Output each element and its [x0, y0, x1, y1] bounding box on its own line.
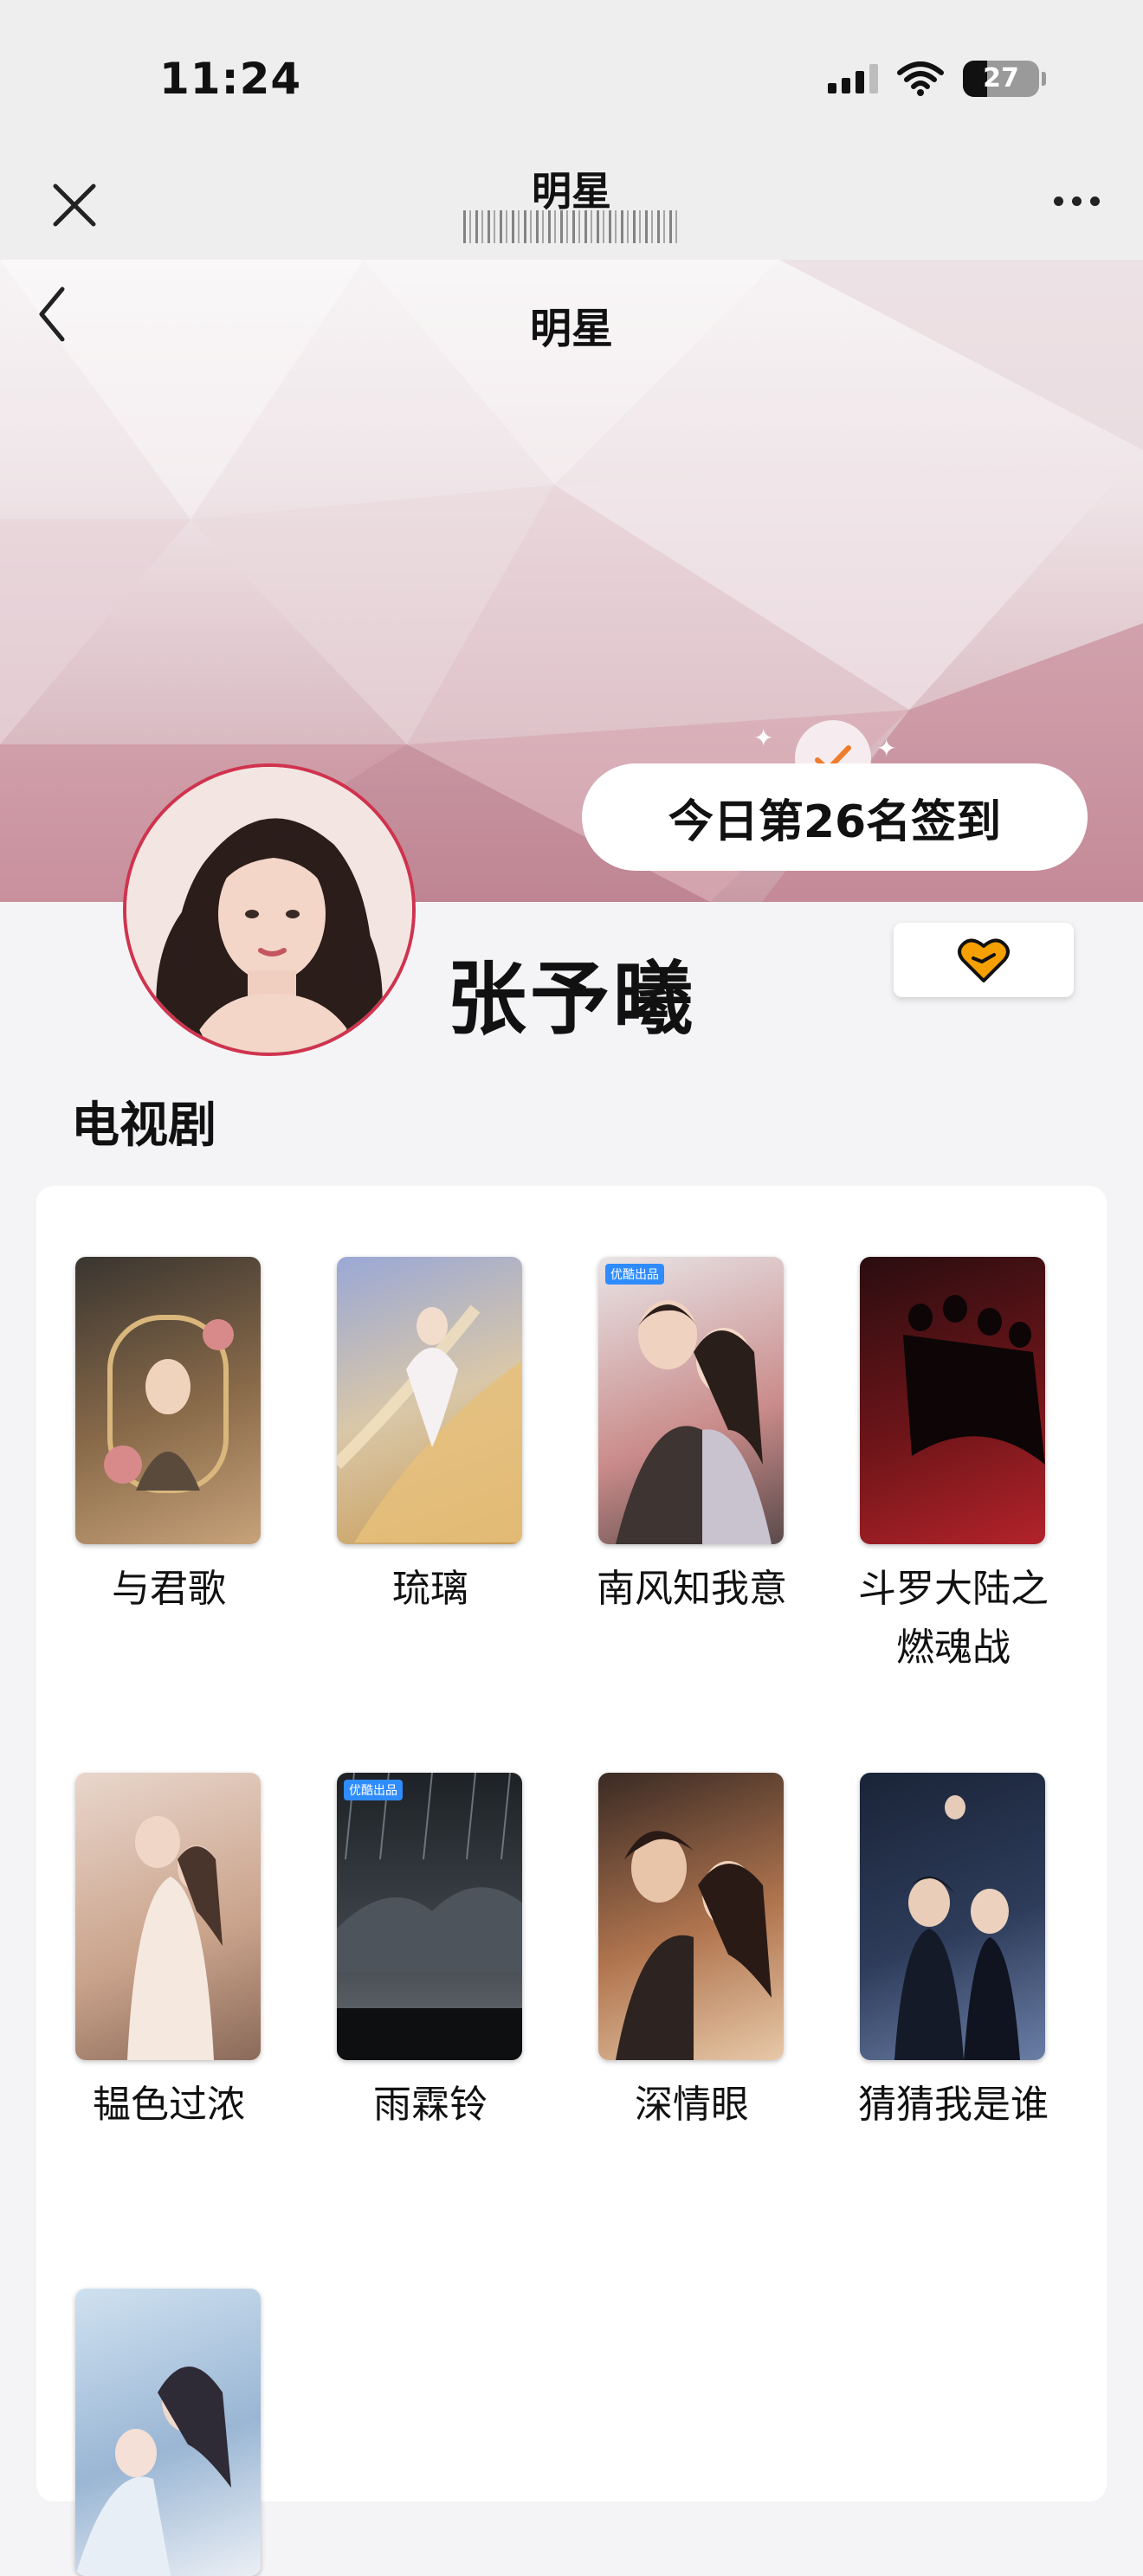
star-name: 张予曦: [447, 953, 697, 1046]
drama-title[interactable]: 琉璃: [318, 1560, 543, 1619]
drama-title[interactable]: 斗罗大陆之燃魂战: [841, 1560, 1066, 1678]
mini-program-header: 明星: [0, 151, 1143, 260]
drama-poster[interactable]: 优酷出品: [337, 1773, 522, 2060]
drama-poster[interactable]: 优酷出品: [598, 1257, 784, 1544]
cellular-signal-icon: [828, 64, 878, 93]
checkin-button[interactable]: 今日第26名签到: [582, 763, 1088, 871]
sparkle-icon: ✦: [753, 724, 774, 752]
drama-poster[interactable]: [75, 1257, 261, 1544]
mini-program-subtitle-blurred: [463, 210, 680, 243]
drama-title[interactable]: 南风知我意: [579, 1560, 804, 1619]
drama-title[interactable]: 深情眼: [579, 2076, 804, 2135]
drama-poster[interactable]: [337, 1257, 522, 1544]
follow-button[interactable]: [894, 923, 1074, 997]
battery-level: 27: [983, 63, 1019, 93]
heart-icon: [958, 938, 1010, 982]
drama-poster[interactable]: [860, 1257, 1045, 1544]
status-icons: 27: [828, 61, 1046, 97]
wifi-icon: [897, 61, 944, 96]
drama-poster[interactable]: [598, 1773, 784, 2060]
page-title: 明星: [529, 305, 613, 353]
status-bar: 11:24 27: [0, 0, 1143, 151]
status-time: 11:24: [159, 54, 302, 104]
more-options-icon[interactable]: [1054, 196, 1100, 206]
drama-title[interactable]: 韫色过浓: [56, 2076, 281, 2135]
drama-grid: 与君歌 琉璃 优酷出品 南风知我意 斗罗大陆之燃魂战 韫色过浓 优酷出品 雨霖铃…: [36, 1186, 1107, 2576]
drama-title[interactable]: 雨霖铃: [318, 2076, 543, 2135]
drama-title[interactable]: 猜猜我是谁: [841, 2076, 1066, 2135]
battery-icon: 27: [963, 61, 1046, 97]
avatar: [123, 763, 416, 1056]
drama-poster[interactable]: [860, 1773, 1045, 2060]
mini-program-title: 明星: [532, 168, 611, 215]
drama-title[interactable]: 与君歌: [56, 1560, 281, 1619]
drama-poster[interactable]: [75, 2289, 261, 2576]
sparkle-icon: ✦: [876, 734, 897, 763]
section-title-tv-series: 电视剧: [71, 1098, 216, 1154]
drama-poster[interactable]: [75, 1773, 261, 2060]
